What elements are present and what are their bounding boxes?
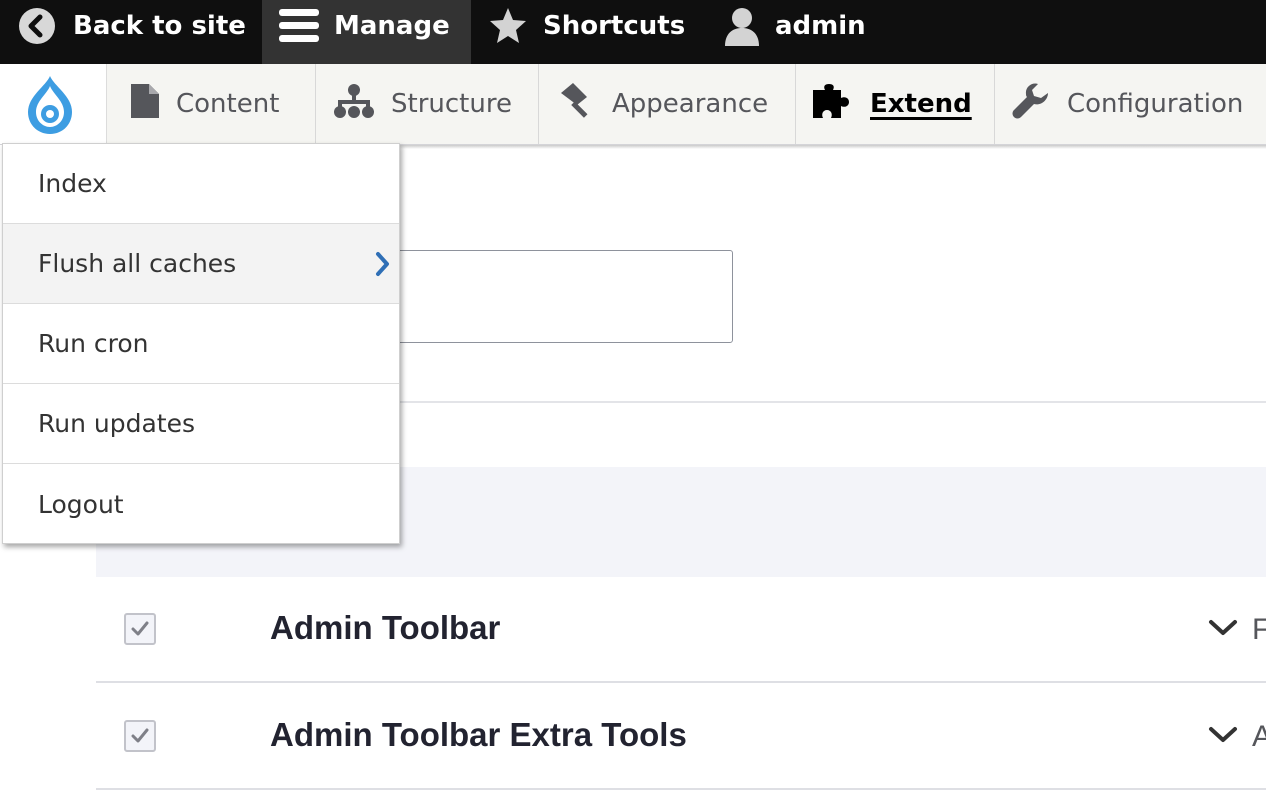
menu-item-logout[interactable]: Logout [3,464,399,544]
menu-item-label: Run cron [38,329,149,358]
drupal-logo-dropdown: Index Flush all caches Run cron Run upda… [2,143,400,544]
tray-item-extend[interactable]: Extend [796,64,995,144]
module-description: A [1252,720,1266,753]
module-row: Admin Toolbar F [96,577,1266,683]
drupal-logo-link[interactable] [0,64,107,144]
paint-roller-icon [557,82,595,126]
manage-label: Manage [334,11,450,41]
filter-input[interactable] [360,250,733,343]
menu-item-index[interactable]: Index [3,144,399,224]
drupal-drop-icon [28,76,72,134]
menu-item-label: Run updates [38,409,195,438]
star-icon [489,7,527,45]
tray-label-content: Content [176,89,280,119]
tray-item-content[interactable]: Content [107,64,316,144]
manage-tray: Content Structure Appearance Extend Conf… [0,64,1266,145]
menu-item-run-updates[interactable]: Run updates [3,384,399,464]
manage-tab[interactable]: Manage [262,0,471,64]
tray-label-extend: Extend [870,89,972,119]
tray-label-structure: Structure [391,89,512,119]
section-divider [400,401,1266,403]
admin-toolbar: Back to site Manage Shortcuts admin [0,0,1266,64]
menu-item-run-cron[interactable]: Run cron [3,304,399,384]
back-to-site-link[interactable]: Back to site [18,0,246,52]
module-checkbox[interactable] [124,613,156,645]
chevron-right-icon [375,251,391,283]
back-to-site-label: Back to site [73,11,246,41]
menu-item-flush-all-caches[interactable]: Flush all caches [3,224,399,304]
shortcuts-tab[interactable]: Shortcuts [489,0,685,52]
user-tab[interactable]: admin [723,0,866,52]
sitemap-icon [334,83,374,125]
document-icon [131,83,159,125]
user-label: admin [775,11,866,41]
chevron-down-icon[interactable] [1208,726,1238,748]
module-checkbox[interactable] [124,720,156,752]
tray-shadow [400,145,1266,149]
module-description: F [1252,613,1266,646]
module-row: Admin Toolbar Extra Tools A [96,684,1266,790]
menu-item-label: Flush all caches [38,249,237,278]
checkmark-icon [131,621,149,636]
wrench-icon [1012,82,1050,127]
tray-item-appearance[interactable]: Appearance [539,64,796,144]
tray-label-appearance: Appearance [612,89,769,119]
module-name: Admin Toolbar [270,609,501,646]
shortcuts-label: Shortcuts [543,11,686,41]
puzzle-icon [813,83,853,125]
menu-item-label: Logout [38,489,124,519]
chevron-down-icon[interactable] [1208,619,1238,641]
menu-item-label: Index [38,169,107,198]
checkmark-icon [131,728,149,743]
tray-label-configuration: Configuration [1067,89,1244,119]
module-name: Admin Toolbar Extra Tools [270,716,687,753]
hamburger-icon [279,7,319,45]
tray-item-structure[interactable]: Structure [316,64,539,144]
tray-item-configuration[interactable]: Configuration [995,64,1266,144]
arrow-left-circle-icon [18,7,56,45]
user-icon [723,6,761,46]
